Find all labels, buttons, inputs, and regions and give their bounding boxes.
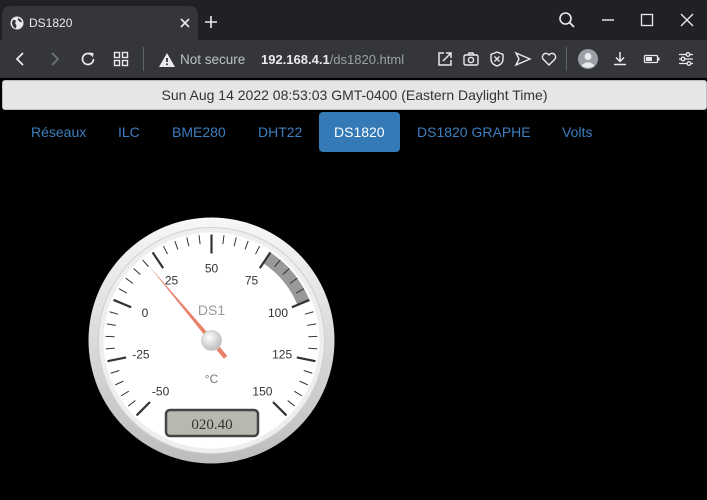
close-tab-icon[interactable] (177, 15, 193, 31)
tab-ilc[interactable]: ILC (103, 112, 155, 152)
send-icon[interactable] (514, 50, 532, 68)
share-icon[interactable] (436, 50, 454, 68)
security-label[interactable]: Not secure (180, 52, 245, 68)
tick-label: 25 (165, 274, 179, 288)
gauge-units: °C (205, 372, 219, 386)
download-icon[interactable] (611, 50, 629, 68)
browser-titlebar: DS1820 (0, 0, 707, 40)
tick-label: 75 (245, 274, 259, 288)
datetime-bar: Sun Aug 14 2022 08:53:03 GMT-0400 (Easte… (2, 80, 707, 110)
tick-label: 50 (205, 262, 219, 276)
needle-hub (201, 330, 222, 351)
browser-toolbar: Not secure 192.168.4.1/ds1820.html (0, 40, 707, 78)
globe-icon (10, 16, 24, 30)
battery-icon[interactable] (643, 50, 661, 68)
forward-icon[interactable] (45, 50, 63, 68)
tab-ds1820[interactable]: DS1820 (319, 112, 400, 152)
tab-dht22[interactable]: DHT22 (243, 112, 317, 152)
settings-sliders-icon[interactable] (677, 50, 695, 68)
tick-label: -25 (132, 348, 150, 362)
minimize-icon[interactable] (598, 10, 618, 30)
heart-icon[interactable] (540, 50, 558, 68)
minor-tick (308, 347, 318, 350)
apps-grid-icon[interactable] (112, 50, 130, 68)
avatar-icon[interactable] (577, 48, 599, 70)
browser-tab[interactable]: DS1820 (2, 6, 198, 40)
tab-volts[interactable]: Volts (547, 112, 607, 152)
tick-label: 0 (142, 306, 149, 320)
toolbar-separator (566, 47, 567, 71)
gauge-title: DS1 (198, 302, 225, 318)
temperature-gauge: -50 -25 0 25 50 75 100 125 150 DS1 °C 020.40 (88, 217, 335, 464)
camera-icon[interactable] (462, 50, 480, 68)
search-tabs-icon[interactable] (557, 10, 577, 30)
tab-bme280[interactable]: BME280 (157, 112, 241, 152)
tick-label: 125 (272, 348, 292, 362)
maximize-icon[interactable] (637, 10, 657, 30)
reload-icon[interactable] (79, 50, 97, 68)
tab-title: DS1820 (29, 16, 73, 30)
url-host: 192.168.4.1 (261, 52, 330, 67)
address-bar[interactable]: 192.168.4.1/ds1820.html (261, 52, 404, 68)
close-window-icon[interactable] (677, 10, 697, 30)
tab-reseaux[interactable]: Réseaux (16, 112, 101, 152)
tick-label: 150 (252, 384, 272, 398)
minor-tick (105, 347, 115, 350)
tab-ds1820-graphe[interactable]: DS1820 GRAPHE (402, 112, 546, 152)
tick-label: -50 (152, 384, 170, 398)
value-readout: 020.40 (191, 417, 232, 433)
new-tab-icon[interactable] (203, 14, 219, 30)
block-icon[interactable] (488, 50, 506, 68)
tick-label: 100 (268, 306, 288, 320)
back-icon[interactable] (12, 50, 30, 68)
warning-icon[interactable] (158, 51, 176, 69)
toolbar-separator (143, 47, 144, 71)
url-path: /ds1820.html (329, 52, 405, 67)
